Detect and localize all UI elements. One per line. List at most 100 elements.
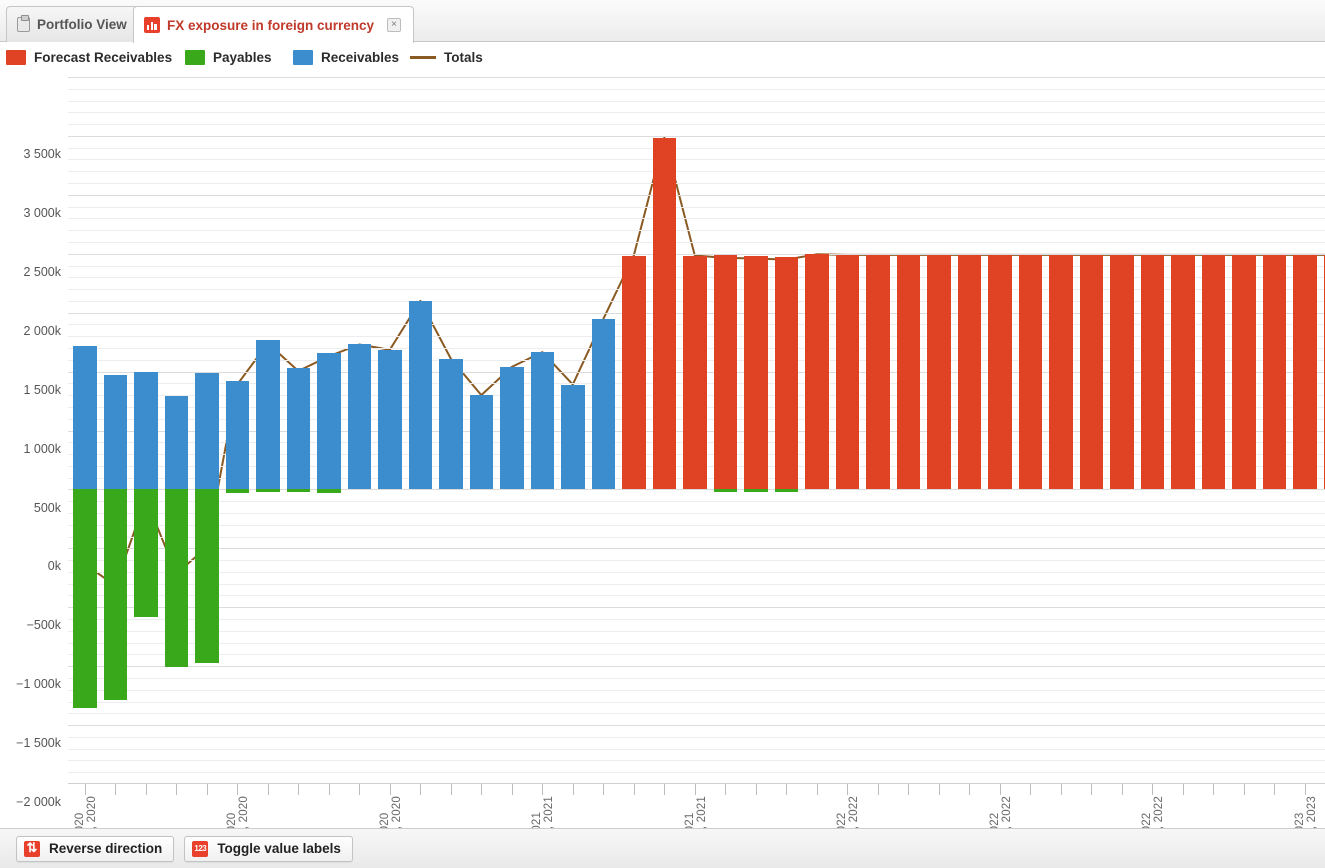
bar-receivables[interactable] [103, 374, 127, 490]
x-label-line-2: – May 31, 2023 [1306, 796, 1318, 828]
legend-item-totals[interactable]: Totals [410, 50, 483, 65]
bar-payables[interactable] [317, 489, 341, 493]
x-axis-tick-label: Dec 1, 2022– Dec 31, 2022 [1141, 796, 1165, 828]
bar-payables[interactable] [103, 489, 127, 701]
gridline [68, 666, 1325, 667]
bar-forecast-receivables[interactable] [988, 254, 1012, 490]
bar-forecast-receivables[interactable] [683, 255, 707, 490]
bar-receivables[interactable] [164, 396, 188, 490]
bar-forecast-receivables[interactable] [1262, 254, 1286, 490]
gridline [68, 77, 1325, 78]
bar-forecast-receivables[interactable] [652, 137, 676, 490]
x-axis-tick [1244, 784, 1245, 795]
bar-payables[interactable] [225, 489, 249, 493]
gridline [68, 584, 1325, 585]
bar-forecast-receivables[interactable] [927, 254, 951, 490]
gridline [68, 242, 1325, 243]
bar-forecast-receivables[interactable] [1140, 254, 1164, 490]
bar-receivables[interactable] [530, 352, 554, 490]
chart-window: Portfolio View FX exposure in foreign cu… [0, 0, 1325, 868]
bar-receivables[interactable] [500, 366, 524, 490]
x-axis-tick [451, 784, 452, 795]
gridline [68, 136, 1325, 137]
plot-area [68, 77, 1325, 784]
bar-receivables[interactable] [286, 368, 310, 490]
bar-payables[interactable] [286, 489, 310, 493]
bar-receivables[interactable] [225, 381, 249, 490]
tab-label: Portfolio View [37, 17, 127, 32]
bar-forecast-receivables[interactable] [622, 255, 646, 490]
x-label-line-2: – Jan 31, 2020 [86, 796, 98, 828]
bar-forecast-receivables[interactable] [957, 254, 981, 490]
bar-payables[interactable] [195, 489, 219, 664]
bar-payables[interactable] [256, 489, 280, 493]
bar-receivables[interactable] [347, 344, 371, 490]
bar-forecast-receivables[interactable] [1232, 254, 1256, 490]
bar-forecast-receivables[interactable] [1049, 254, 1073, 490]
legend-item-payables[interactable]: Payables [185, 49, 272, 65]
gridline [68, 572, 1325, 573]
y-axis-tick-label: 2 500k [23, 264, 61, 279]
bar-receivables[interactable] [195, 373, 219, 490]
gridline [68, 678, 1325, 679]
bar-forecast-receivables[interactable] [774, 256, 798, 490]
bar-forecast-receivables[interactable] [1201, 254, 1225, 490]
bar-forecast-receivables[interactable] [866, 254, 890, 490]
x-axis-tick [786, 784, 787, 795]
bar-receivables[interactable] [439, 358, 463, 490]
gridline [68, 760, 1325, 761]
bar-receivables[interactable] [408, 300, 432, 490]
gridline [68, 654, 1325, 655]
bar-receivables[interactable] [317, 352, 341, 490]
bar-receivables[interactable] [561, 384, 585, 490]
bar-forecast-receivables[interactable] [805, 254, 829, 490]
bar-receivables[interactable] [134, 371, 158, 490]
x-axis-tick [1152, 784, 1153, 795]
x-axis-tick [817, 784, 818, 795]
x-axis-tick-label: Feb 1, 2022– Feb 28, 2022 [836, 796, 860, 828]
legend-item-forecast-receivables[interactable]: Forecast Receivables [6, 49, 172, 65]
x-label-line-1: Jul 1, 2022 [989, 796, 1001, 828]
x-axis-tick [908, 784, 909, 795]
bar-receivables[interactable] [591, 319, 615, 490]
bar-payables[interactable] [774, 489, 798, 493]
bar-payables[interactable] [744, 489, 768, 493]
x-axis-tick [176, 784, 177, 795]
bar-forecast-receivables[interactable] [744, 255, 768, 490]
gridline [68, 159, 1325, 160]
bar-forecast-receivables[interactable] [1293, 254, 1317, 490]
gridline [68, 725, 1325, 726]
x-label-line-1: Feb 1, 2022 [836, 796, 848, 828]
bar-receivables[interactable] [469, 395, 493, 490]
tab-portfolio-view[interactable]: Portfolio View [6, 6, 140, 42]
x-label-line-2: – Feb 28, 2022 [848, 796, 860, 828]
tab-fx-exposure[interactable]: FX exposure in foreign currency × [133, 6, 415, 44]
bar-forecast-receivables[interactable] [713, 254, 737, 490]
bar-receivables[interactable] [256, 340, 280, 490]
gridline [68, 772, 1325, 773]
bar-payables[interactable] [134, 489, 158, 617]
bar-payables[interactable] [164, 489, 188, 667]
bar-forecast-receivables[interactable] [1018, 254, 1042, 490]
reverse-arrows-icon [24, 839, 40, 857]
bar-forecast-receivables[interactable] [835, 254, 859, 490]
bar-forecast-receivables[interactable] [1110, 254, 1134, 490]
bar-payables[interactable] [713, 489, 737, 493]
chart-legend: Forecast Receivables Payables Receivables T… [0, 44, 1325, 70]
bar-forecast-receivables[interactable] [896, 254, 920, 490]
x-axis-tick [634, 784, 635, 795]
legend-item-receivables[interactable]: Receivables [293, 49, 399, 65]
bar-forecast-receivables[interactable] [1171, 254, 1195, 490]
gridline [68, 690, 1325, 691]
x-label-line-2: – Sep 30, 2021 [696, 796, 708, 828]
close-icon[interactable]: × [387, 18, 402, 32]
bar-receivables[interactable] [73, 345, 97, 490]
bar-payables[interactable] [73, 489, 97, 708]
y-axis-tick-label: −1 000k [16, 677, 61, 692]
y-axis-tick-label: 500k [33, 500, 61, 515]
bar-forecast-receivables[interactable] [1079, 254, 1103, 490]
legend-label: Totals [444, 49, 483, 65]
toggle-value-labels-button[interactable]: Toggle value labels [184, 835, 353, 862]
bar-receivables[interactable] [378, 349, 402, 490]
reverse-direction-button[interactable]: Reverse direction [16, 835, 175, 862]
